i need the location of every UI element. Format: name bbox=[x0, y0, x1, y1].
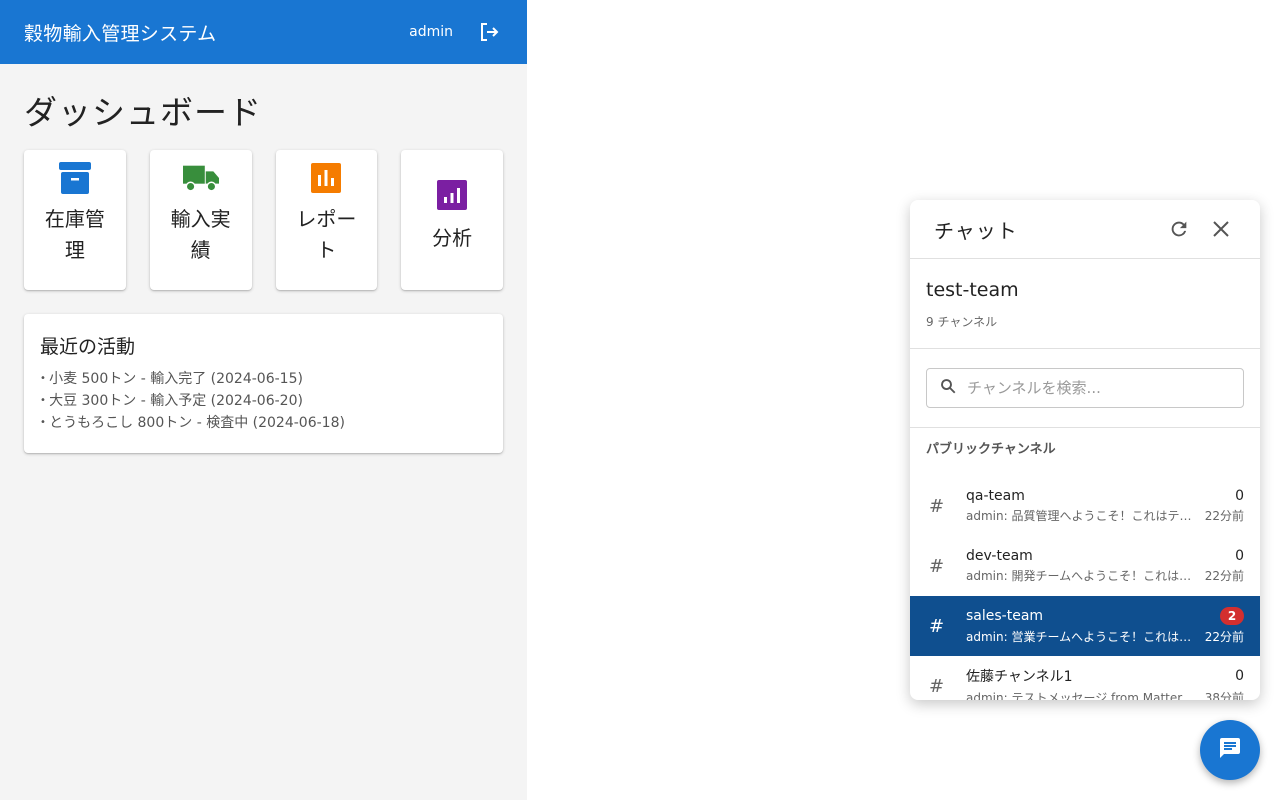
archive-icon bbox=[57, 160, 93, 196]
chat-icon bbox=[1218, 736, 1242, 764]
hash-icon: # bbox=[929, 555, 945, 577]
search-wrapper bbox=[910, 349, 1260, 428]
chat-header: チャット bbox=[910, 200, 1260, 259]
channel-name: qa-team bbox=[966, 488, 1025, 504]
card-imports[interactable]: 輸入実績 bbox=[149, 150, 252, 290]
channel-item-qa-team[interactable]: # qa-team 0 admin: 品質管理へようこそ！これはテストメッセージで… bbox=[910, 476, 1260, 536]
refresh-icon[interactable] bbox=[1164, 214, 1194, 244]
quick-cards: 在庫管理 輸入実績 レポート 分析 bbox=[24, 150, 503, 290]
hash-icon: # bbox=[929, 675, 945, 697]
unread-count: 0 bbox=[1235, 668, 1244, 684]
card-inventory[interactable]: 在庫管理 bbox=[24, 150, 126, 290]
activity-title: 最近の活動 bbox=[40, 336, 136, 358]
channel-time: 38分前 bbox=[1204, 691, 1244, 700]
card-label: 輸入実績 bbox=[170, 207, 231, 262]
page-title: ダッシュボード bbox=[24, 93, 262, 132]
card-label: レポート bbox=[296, 207, 357, 262]
channel-name: 佐藤チャンネル1 bbox=[966, 669, 1073, 685]
bar-chart-icon bbox=[308, 160, 344, 196]
activity-item: 小麦 500トン - 輸入完了 (2024-06-15) bbox=[40, 369, 487, 391]
card-label: 在庫管理 bbox=[44, 207, 105, 262]
card-reports[interactable]: レポート bbox=[275, 150, 378, 290]
activity-item: 大豆 300トン - 輸入予定 (2024-06-20) bbox=[40, 391, 487, 413]
username: admin bbox=[409, 24, 453, 40]
analytics-icon bbox=[434, 177, 470, 213]
channel-item-dev-team[interactable]: # dev-team 0 admin: 開発チームへようこそ！これはテストメッセー… bbox=[910, 536, 1260, 596]
chat-title: チャット bbox=[934, 218, 1018, 243]
app-title: 穀物輸入管理システム bbox=[24, 22, 217, 45]
channel-search-input[interactable] bbox=[967, 379, 1231, 397]
channel-preview: admin: 営業チームへようこそ！これはテストメッセージです bbox=[966, 630, 1196, 644]
channel-preview: admin: 開発チームへようこそ！これはテストメッセージです bbox=[966, 569, 1196, 583]
card-analytics[interactable]: 分析 bbox=[401, 150, 503, 290]
recent-activity: 最近の活動 小麦 500トン - 輸入完了 (2024-06-15) 大豆 30… bbox=[24, 314, 503, 453]
channel-count: 9 チャンネル bbox=[926, 315, 998, 329]
close-icon[interactable] bbox=[1206, 214, 1236, 244]
channel-time: 22分前 bbox=[1204, 509, 1244, 523]
channel-preview: admin: 品質管理へようこそ！これはテストメッセージです bbox=[966, 509, 1196, 523]
search-box bbox=[926, 368, 1244, 408]
channel-name: dev-team bbox=[966, 548, 1033, 564]
truck-icon bbox=[182, 160, 219, 196]
team-name: test-team bbox=[926, 279, 1019, 301]
app-bar: 穀物輸入管理システム admin bbox=[0, 0, 527, 64]
card-label: 分析 bbox=[432, 226, 473, 250]
app-panel: 穀物輸入管理システム admin ダッシュボード 在庫管理 輸入実績 レポート … bbox=[0, 0, 527, 800]
channel-name: sales-team bbox=[966, 608, 1044, 624]
search-icon bbox=[939, 377, 957, 399]
unread-badge: 2 bbox=[1220, 607, 1244, 625]
chat-fab-button[interactable] bbox=[1200, 720, 1260, 780]
activity-item: とうもろこし 800トン - 検査中 (2024-06-18) bbox=[40, 413, 487, 435]
channel-item-sato-channel-1[interactable]: # 佐藤チャンネル1 0 admin: テストメッセージ from Matterm… bbox=[910, 656, 1260, 700]
section-label: パブリックチャンネル bbox=[926, 442, 1056, 457]
hash-icon: # bbox=[929, 495, 945, 517]
channel-item-sales-team[interactable]: # sales-team 2 admin: 営業チームへようこそ！これはテストメッ… bbox=[910, 596, 1260, 656]
dashboard-content: ダッシュボード 在庫管理 輸入実績 レポート 分析 最近の活動 • 小麦 500… bbox=[0, 64, 527, 475]
logout-icon[interactable] bbox=[475, 18, 503, 46]
chat-panel: チャット test-team 9 チャンネル パブリックチャンネル # qa-t… bbox=[910, 200, 1260, 700]
channel-time: 22分前 bbox=[1204, 569, 1244, 583]
hash-icon: # bbox=[929, 615, 945, 637]
channel-time: 22分前 bbox=[1204, 630, 1244, 644]
unread-count: 0 bbox=[1235, 548, 1244, 564]
unread-count: 0 bbox=[1235, 488, 1244, 504]
channel-preview: admin: テストメッセージ from Mattermost bbox=[966, 691, 1196, 700]
team-info: test-team 9 チャンネル bbox=[910, 259, 1260, 349]
